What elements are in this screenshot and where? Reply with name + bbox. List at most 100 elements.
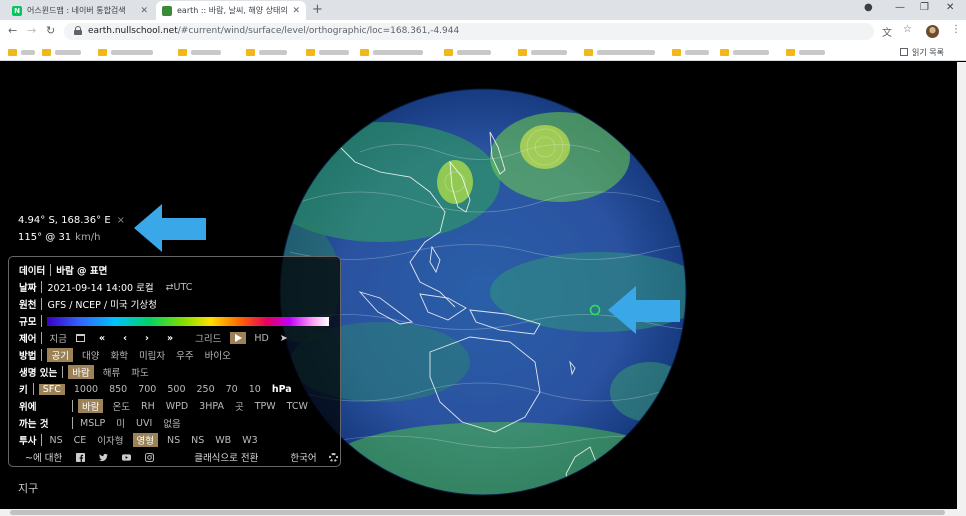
projection-orthographic[interactable]: 영형 — [132, 433, 158, 447]
more-menu-icon[interactable]: ⋮ — [951, 24, 961, 35]
animate-waves[interactable]: 파도 — [129, 365, 150, 379]
play-icon[interactable] — [230, 332, 247, 344]
height-850[interactable]: 850 — [107, 384, 129, 395]
page-title[interactable]: 지구 — [18, 480, 38, 496]
prev-step-button[interactable]: ‹ — [121, 333, 129, 344]
height-500[interactable]: 500 — [165, 384, 187, 395]
overlay-wind[interactable]: 바람 — [78, 399, 104, 413]
bookmark-item[interactable] — [518, 48, 567, 56]
overlay-cape[interactable]: 곳 — [233, 399, 246, 413]
calendar-icon[interactable] — [75, 334, 85, 342]
menu-row-date: 날짜 2021-09-14 14:00 로컬 ⇄UTC — [19, 280, 201, 294]
animate-wind[interactable]: 바람 — [68, 365, 94, 379]
youtube-icon[interactable] — [122, 453, 132, 462]
translate-icon[interactable]: 文 — [882, 24, 892, 39]
overlay-mslp[interactable]: MSLP — [78, 418, 107, 429]
folder-icon — [518, 48, 527, 56]
overlay-rh[interactable]: RH — [139, 401, 157, 412]
overlay-wpd[interactable]: WPD — [164, 401, 190, 412]
utc-toggle[interactable]: ⇄UTC — [164, 282, 195, 293]
instagram-icon[interactable] — [145, 452, 155, 462]
projection-option[interactable]: 이자형 — [95, 433, 125, 447]
twitter-icon[interactable] — [99, 453, 109, 462]
bookmark-star-icon[interactable]: ☆ — [903, 24, 912, 35]
height-700[interactable]: 700 — [136, 384, 158, 395]
overlay-mi[interactable]: 미 — [114, 416, 127, 430]
spot-wind-unit: km/h — [75, 232, 101, 243]
prev-day-button[interactable]: « — [97, 333, 107, 344]
menu-row-data: 데이터 바람 @ 표면 — [19, 263, 107, 277]
now-button[interactable]: 지금 — [47, 331, 68, 345]
overlay-3hpa[interactable]: 3HPA — [197, 401, 226, 412]
mode-chem[interactable]: 화학 — [108, 348, 129, 362]
bookmark-item[interactable] — [786, 48, 825, 56]
projection-option[interactable]: NS — [189, 435, 206, 446]
height-10[interactable]: 10 — [247, 384, 263, 395]
mode-particulates[interactable]: 미립자 — [137, 348, 167, 362]
bookmark-item[interactable] — [360, 48, 423, 56]
new-tab-button[interactable]: + — [312, 2, 323, 17]
mode-air[interactable]: 공기 — [47, 348, 73, 362]
color-scale-bar[interactable] — [47, 316, 330, 326]
close-tab-icon[interactable]: ✕ — [292, 6, 300, 16]
vertical-scrollbar[interactable] — [957, 62, 966, 509]
horizontal-scrollbar[interactable] — [0, 509, 966, 516]
bookmark-item[interactable] — [720, 48, 769, 56]
bookmark-item[interactable] — [8, 48, 35, 56]
overlay-temp[interactable]: 온도 — [110, 399, 131, 413]
address-bar[interactable]: earth.nullschool.net/#current/wind/surfa… — [64, 23, 874, 40]
reading-list[interactable]: 읽기 목록 — [900, 47, 944, 58]
overlay-none[interactable]: 없음 — [161, 416, 182, 430]
date-value[interactable]: 2021-09-14 14:00 로컬 — [47, 280, 153, 294]
mode-bio[interactable]: 바이오 — [203, 348, 233, 362]
facebook-icon[interactable] — [76, 452, 86, 462]
projection-option[interactable]: WB — [213, 435, 233, 446]
projection-option[interactable]: CE — [72, 435, 89, 446]
overlay-uvi[interactable]: UVI — [134, 418, 154, 429]
height-70[interactable]: 70 — [224, 384, 240, 395]
restore-button[interactable]: ❐ — [920, 2, 929, 13]
language-select[interactable]: 한국어 — [288, 450, 318, 464]
animate-currents[interactable]: 해류 — [101, 365, 122, 379]
bookmark-item[interactable] — [98, 48, 153, 56]
next-step-button[interactable]: › — [143, 333, 151, 344]
close-spot-icon[interactable]: × — [117, 215, 125, 226]
tab-naver-search[interactable]: N 어스윈드맵 : 네이버 통합검색 ✕ — [6, 1, 154, 20]
grid-toggle[interactable]: 그리드 — [193, 331, 223, 345]
mode-space[interactable]: 우주 — [174, 348, 195, 362]
menu-row-source: 원천 GFS / NCEP / 미국 기상청 — [19, 297, 157, 311]
hd-toggle[interactable]: HD — [252, 333, 270, 344]
scrollbar-thumb[interactable] — [10, 510, 945, 515]
height-1000[interactable]: 1000 — [72, 384, 100, 395]
bookmark-item[interactable] — [306, 48, 349, 56]
earth-favicon-icon — [162, 5, 172, 16]
overlay-tcw[interactable]: TCW — [285, 401, 310, 412]
next-day-button[interactable]: » — [165, 333, 175, 344]
bookmark-item[interactable] — [178, 48, 221, 56]
height-250[interactable]: 250 — [195, 384, 217, 395]
bookmark-item[interactable] — [246, 48, 287, 56]
back-icon[interactable]: ← — [8, 24, 17, 37]
projection-option[interactable]: NS — [165, 435, 182, 446]
minimize-button[interactable]: — — [895, 2, 905, 13]
about-link[interactable]: ~에 대한 — [23, 450, 64, 464]
bookmark-item[interactable] — [42, 48, 81, 56]
overlay-tpw[interactable]: TPW — [253, 401, 278, 412]
profile-avatar[interactable] — [926, 25, 939, 38]
projection-option[interactable]: NS — [47, 435, 64, 446]
close-tab-icon[interactable]: ✕ — [140, 6, 148, 16]
height-sfc[interactable]: SFC — [38, 383, 65, 395]
projection-option[interactable]: W3 — [240, 435, 259, 446]
location-arrow-icon[interactable]: ➤ — [278, 333, 290, 344]
mode-ocean[interactable]: 대양 — [80, 348, 101, 362]
gear-icon[interactable] — [328, 452, 338, 462]
reload-icon[interactable]: ↻ — [46, 24, 55, 37]
close-window-button[interactable]: ✕ — [946, 2, 954, 13]
tab-earth[interactable]: earth :: 바람, 날씨, 해양 상태의 ✕ — [156, 1, 306, 20]
bookmark-item[interactable] — [584, 48, 655, 56]
bookmark-item[interactable] — [672, 48, 709, 56]
bookmark-item[interactable] — [444, 48, 491, 56]
record-icon[interactable]: ● — [864, 2, 873, 13]
classic-mode-link[interactable]: 클래식으로 전환 — [192, 450, 260, 464]
forward-icon[interactable]: → — [27, 24, 36, 37]
